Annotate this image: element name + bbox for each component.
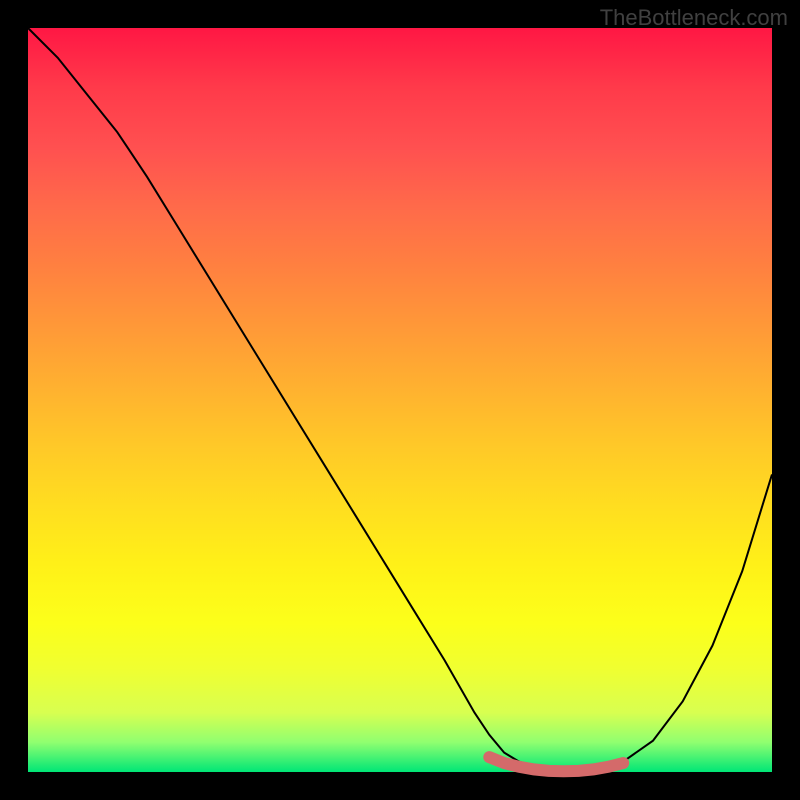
- bottleneck-curve: [28, 28, 772, 771]
- chart-plot-area: [28, 28, 772, 772]
- watermark-text: TheBottleneck.com: [600, 5, 788, 31]
- optimal-range-marker: [489, 757, 623, 771]
- curve-overlay: [28, 28, 772, 772]
